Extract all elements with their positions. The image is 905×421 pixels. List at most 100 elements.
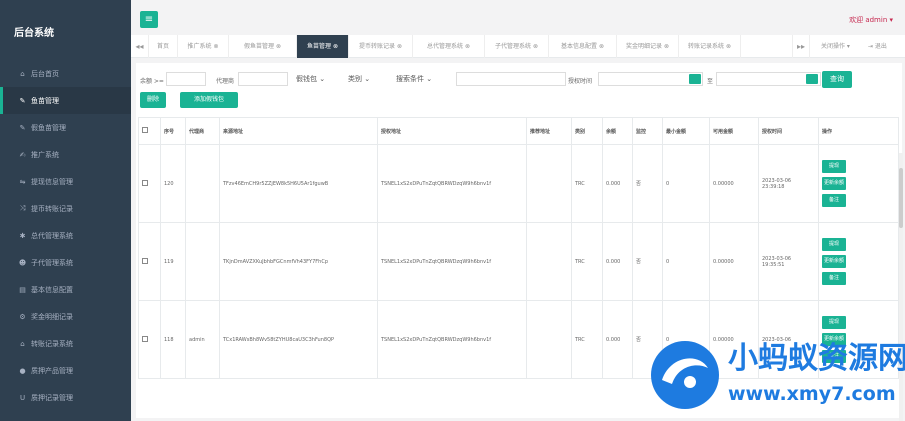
remark-button[interactable]: 备注 [822,350,846,363]
sidebar-item-6[interactable]: ✱ 总代管理系统 [0,222,131,249]
row-checkbox-cell[interactable] [138,300,161,379]
menu-toggle-icon[interactable]: ≡ [140,11,158,28]
table-row[interactable]: 120 TFzv46EmCH9r5ZZjEW8k5H6U5Ar1fguwB TSNE… [138,144,899,223]
sidebar-item-label: 提币转账记录 [31,204,73,213]
cell-agent [185,222,220,301]
cell-agent: admin [185,300,220,379]
update-balance-button[interactable]: 更新余额 [822,177,846,190]
tab-3[interactable]: 鱼苗管理 ⊗ [297,35,349,58]
search-condition-select[interactable]: 搜索条件 ⌄ [396,74,432,84]
tab-1[interactable]: 推广系统 ⊗ [178,35,229,58]
scrollbar-thumb[interactable] [899,168,903,228]
update-balance-button[interactable]: 更新余额 [822,255,846,268]
cell-auth: TSNEL1xS2xDPuTnZqtQBRWDzqW9h6bnv1f [377,144,527,223]
select-all-checkbox-cell[interactable] [138,117,161,145]
agent-input[interactable] [238,72,288,86]
cell-balance: 0.000 [602,300,633,379]
magnet-icon: U [19,393,26,402]
sidebar-item-4[interactable]: ⇋ 提现信息管理 [0,168,131,195]
row-checkbox[interactable] [142,179,148,186]
wallet-table: 序号 代理商 来源地址 授权地址 推荐地址 类别 余额 监控 最小金额 可用金额 授权时间 操作 12… [138,117,899,379]
column-header: 序号 [160,117,186,145]
cell-actions: 提现 更新余额 备注 [818,300,899,379]
tab-4[interactable]: 提币转账记录 ⊗ [349,35,413,58]
cell-auth: TSNEL1xS2xDPuTnZqtQBRWDzqW9h6bnv1f [377,222,527,301]
column-header: 类别 [571,117,603,145]
tab-scroll-left-icon[interactable]: ◂◂ [131,35,149,58]
cell-id: 118 [160,300,186,379]
sidebar-item-0[interactable]: ⌂ 后台首页 [0,60,131,87]
sidebar-item-11[interactable]: ● 质押产品管理 [0,357,131,384]
cell-available: 0.00000 [709,144,759,223]
sidebar-item-10[interactable]: ⌂ 转账记录系统 [0,330,131,357]
tab-scroll-right-icon[interactable]: ▸▸ [792,35,810,58]
table-header: 序号 代理商 来源地址 授权地址 推荐地址 类别 余额 监控 最小金额 可用金额 授权时间 操作 [138,117,899,145]
file-icon: ▤ [19,285,26,294]
tab-2[interactable]: 假鱼苗管理 ⊗ [229,35,297,58]
tab-8[interactable]: 奖金明细记录 ⊗ [617,35,679,58]
select-all-checkbox[interactable] [142,127,148,133]
tab-7[interactable]: 基本信息配置 ⊗ [549,35,617,58]
add-fake-wallet-button[interactable]: 添加假钱包 [180,92,238,108]
sidebar-item-label: 奖金明细记录 [31,312,73,321]
cell-source: TFzv46EmCH9r5ZZjEW8k5H6U5Ar1fguwB [219,144,378,223]
cell-available: 0.00000 [709,300,759,379]
cell-actions: 提现 更新余额 备注 [818,222,899,301]
delete-button[interactable]: 删除 [140,92,166,108]
auth-time-start-input[interactable] [598,72,703,86]
balance-input[interactable] [166,72,206,86]
type-select[interactable]: 类别 ⌄ [348,74,370,84]
search-keyword-input[interactable] [456,72,566,86]
remark-button[interactable]: 备注 [822,194,846,207]
row-checkbox[interactable] [142,335,148,342]
tab-6[interactable]: 子代管理系统 ⊗ [485,35,549,58]
cell-ref [526,144,572,223]
agent-label: 代理商 [216,78,235,85]
row-checkbox-cell[interactable] [138,222,161,301]
wrench-icon: ✎ [19,96,26,105]
chat-icon: ● [19,366,26,375]
cell-balance: 0.000 [602,144,633,223]
cell-type: TRC [571,300,603,379]
sidebar-item-12[interactable]: U 质押记录管理 [0,384,131,411]
cell-actions: 提现 更新余额 备注 [818,144,899,223]
update-balance-button[interactable]: 更新余额 [822,333,846,346]
tab-5[interactable]: 总代管理系统 ⊗ [413,35,485,58]
column-header: 余额 [602,117,633,145]
cell-agent [185,144,220,223]
row-checkbox-cell[interactable] [138,144,161,223]
tab-0[interactable]: 首页 [149,35,178,58]
withdraw-button[interactable]: 提现 [822,160,846,173]
close-ops-button[interactable]: 关闭操作 ▾ [821,35,850,58]
sidebar-item-label: 推广系统 [31,150,59,159]
logout-button[interactable]: ⇥ 退出 [868,35,887,58]
search-button[interactable]: 查询 [822,71,852,88]
sidebar-item-8[interactable]: ▤ 基本信息配置 [0,276,131,303]
cell-ref [526,300,572,379]
sidebar-item-9[interactable]: ⚙ 奖金明细记录 [0,303,131,330]
sidebar-item-3[interactable]: ✍ 推广系统 [0,141,131,168]
sidebar: 后台系统 ⌂ 后台首页 ✎ 鱼苗管理 ✎ 假鱼苗管理 ✍ 推广系统 ⇋ 提现信息管理 ⤨ 提币转账记录… [0,0,131,421]
table-row[interactable]: 119 TKjnDmAVZXKuJbhbFGCnmfVh43FY7FhCp TSNE… [138,222,899,301]
column-header: 最小金额 [662,117,710,145]
sidebar-item-1[interactable]: ✎ 鱼苗管理 [0,87,131,114]
user-menu[interactable]: 欢迎 admin ▾ [849,15,893,25]
brand-title: 后台系统 [14,28,54,39]
remark-button[interactable]: 备注 [822,272,846,285]
wallet-select[interactable]: 假钱包 ⌄ [296,74,325,84]
row-checkbox[interactable] [142,257,148,264]
calendar-icon[interactable] [689,74,701,84]
sidebar-item-label: 提现信息管理 [31,177,73,186]
sidebar-item-5[interactable]: ⤨ 提币转账记录 [0,195,131,222]
withdraw-button[interactable]: 提现 [822,238,846,251]
table-row[interactable]: 118 admin TCx1RAWsBh8Wv58tZYHU8caU3C3hFun8… [138,300,899,379]
cell-min: 0 [662,222,710,301]
tab-9[interactable]: 转账记录系统 ⊗ [679,35,741,58]
cell-balance: 0.000 [602,222,633,301]
withdraw-button[interactable]: 提现 [822,316,846,329]
cell-source: TCx1RAWsBh8Wv58tZYHU8caU3C3hFun8QP [219,300,378,379]
content-area: 余额 >= 代理商 假钱包 ⌄ 类别 ⌄ 搜索条件 ⌄ 授权时间 至 查询 删除… [131,58,905,421]
sidebar-item-7[interactable]: ☻ 子代管理系统 [0,249,131,276]
sidebar-item-2[interactable]: ✎ 假鱼苗管理 [0,114,131,141]
calendar-icon[interactable] [806,74,818,84]
